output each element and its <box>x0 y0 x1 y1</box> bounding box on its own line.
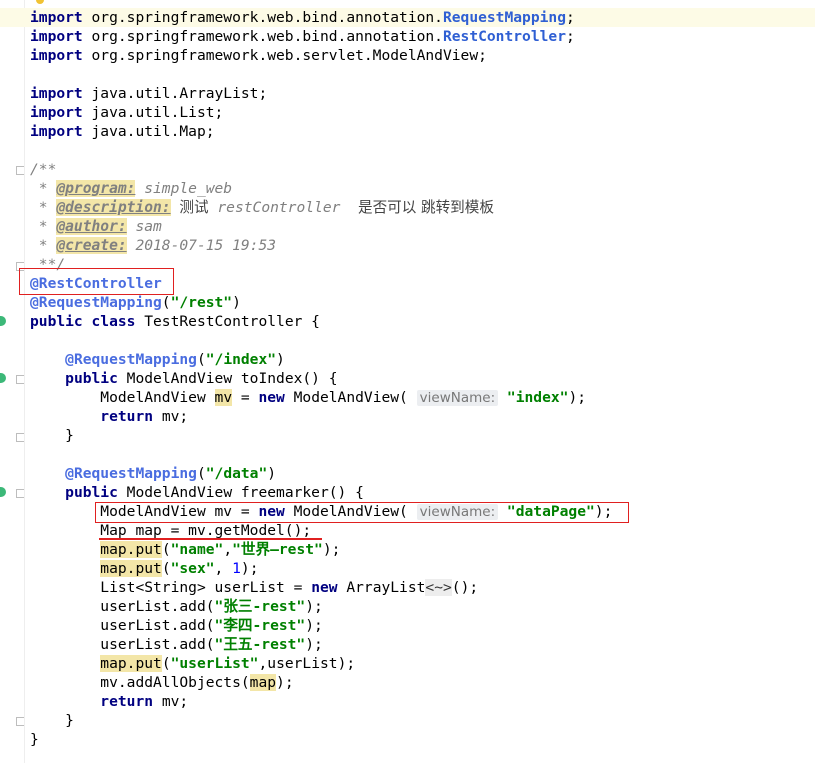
code-line: map.put("sex", 1); <box>100 560 259 577</box>
code-line: @RequestMapping("/index") <box>65 351 285 368</box>
code-line: } <box>65 712 74 729</box>
red-highlight-box <box>95 502 629 523</box>
param-hint: viewName: <box>416 390 499 406</box>
code-line: } <box>65 427 74 444</box>
code-line: import java.util.Map; <box>30 123 215 140</box>
code-line: } <box>30 731 39 748</box>
code-line: import java.util.ArrayList; <box>30 85 268 102</box>
code-line: return mv; <box>100 693 189 710</box>
code-line: List<String> userList = new ArrayList<~>… <box>100 579 479 596</box>
code-line: import org.springframework.web.bind.anno… <box>30 28 575 45</box>
code-line: import java.util.List; <box>30 104 224 121</box>
comment-line: * @program: simple_web <box>30 180 233 197</box>
code-editor[interactable]: import org.springframework.web.bind.anno… <box>0 0 815 763</box>
comment-line: * @author: sam <box>30 218 162 235</box>
code-line: @RequestMapping("/data") <box>65 465 277 482</box>
code-line: ModelAndView mv = new ModelAndView( view… <box>100 389 587 406</box>
code-line: public ModelAndView toIndex() { <box>65 370 338 387</box>
code-line: userList.add("王五-rest"); <box>100 636 323 653</box>
comment-line: /** <box>30 161 57 178</box>
web-endpoint-gutter-icon[interactable] <box>0 373 6 383</box>
code-line: userList.add("张三-rest"); <box>100 598 323 615</box>
red-highlight-box <box>19 268 174 295</box>
code-line: public ModelAndView freemarker() { <box>65 484 364 501</box>
code-line: userList.add("李四-rest"); <box>100 617 323 634</box>
comment-line: * @description: 测试 restController 是否可以 跳… <box>30 199 494 216</box>
code-line: return mv; <box>100 408 189 425</box>
comment-line: * @create: 2018-07-15 19:53 <box>30 237 277 254</box>
code-line: import org.springframework.web.servlet.M… <box>30 47 487 64</box>
gutter-separator <box>24 0 25 763</box>
code-line: map.put("userList",userList); <box>100 655 356 672</box>
code-line: import org.springframework.web.bind.anno… <box>0 8 815 27</box>
red-underline <box>99 538 322 540</box>
code-line: map.put("name","世界—rest"); <box>100 541 341 558</box>
editor-gutter <box>0 0 44 763</box>
code-line: public class TestRestController { <box>30 313 320 330</box>
web-endpoint-gutter-icon[interactable] <box>0 487 6 497</box>
code-line: mv.addAllObjects(map); <box>100 674 294 691</box>
bean-gutter-icon[interactable] <box>0 316 6 326</box>
code-line: @RequestMapping("/rest") <box>30 294 241 311</box>
